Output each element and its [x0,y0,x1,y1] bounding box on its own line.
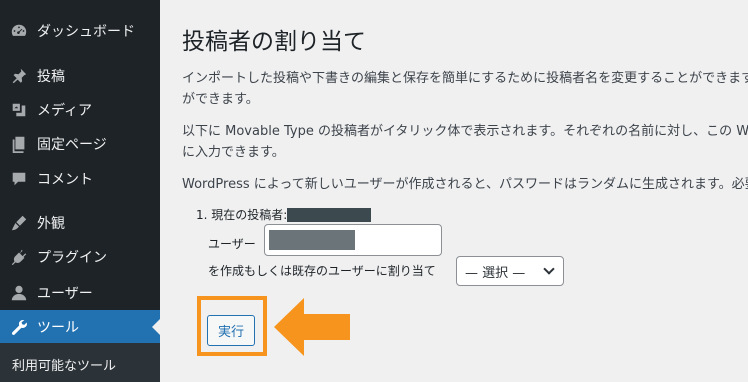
pointer-arrow-icon [274,298,350,356]
sidebar-item-posts[interactable]: 投稿 [0,59,160,93]
sidebar-item-label: 投稿 [37,69,65,85]
user-label: ユーザー [208,237,256,251]
run-button[interactable]: 実行 [207,315,255,346]
wrench-icon [9,317,29,337]
sidebar-item-label: 固定ページ [37,137,107,153]
paragraph-line: に入力できます。 [182,145,285,160]
tools-submenu: 利用可能なツール [0,343,160,382]
submenu-item-available-tools[interactable]: 利用可能なツール [12,355,116,374]
sidebar-item-pages[interactable]: 固定ページ [0,127,160,161]
comment-icon [9,169,29,189]
media-icon [9,100,29,120]
page-title: 投稿者の割り当て [182,29,366,55]
sidebar-item-label: ユーザー [37,286,93,302]
sidebar-item-label: メディア [37,103,93,119]
user-icon [9,283,29,303]
main-content: 投稿者の割り当て インポートした投稿や下書きの編集と保存を簡単にするために投稿者… [160,0,748,382]
new-user-input[interactable] [264,224,442,256]
sidebar-item-label: ダッシュボード [37,24,135,40]
current-author-label: 1. 現在の投稿者: [196,208,288,222]
existing-user-select[interactable]: — 選択 — [456,256,564,286]
current-author-row: 1. 現在の投稿者: [196,206,372,223]
sidebar-item-tools[interactable]: ツール [0,310,160,344]
sidebar-item-media[interactable]: メディア [0,93,160,127]
chevron-down-icon [543,263,555,275]
pin-icon [9,66,29,86]
sidebar-item-label: ツール [37,320,79,336]
password-paragraph: WordPress によって新しいユーザーが作成されると、パスワードはランダムに… [182,177,748,192]
sidebar-item-plugins[interactable]: プラグイン [0,240,160,274]
sidebar-item-comments[interactable]: コメント [0,162,160,196]
redacted-author-name [287,207,372,222]
sidebar-item-appearance[interactable]: 外観 [0,206,160,240]
dashboard-icon [9,21,29,41]
plugin-icon [9,247,29,267]
sidebar-item-dashboard[interactable]: ダッシュボード [0,14,160,48]
paragraph-line: ができます。 [182,92,259,107]
admin-sidebar: ダッシュボード 投稿 メディア 固定ページ コメント 外観 プラグイン ユーザー… [0,0,160,382]
select-value: — 選択 — [465,265,526,281]
movable-type-paragraph: 以下に Movable Type の投稿者がイタリック体で表示されます。それぞれ… [182,121,748,163]
create-or-assign-label: を作成もしくは既存のユーザーに割り当て [208,264,436,278]
redacted-input-value [269,230,355,250]
sidebar-item-label: コメント [37,172,93,188]
appearance-icon [9,213,29,233]
sidebar-item-users[interactable]: ユーザー [0,276,160,310]
sidebar-item-label: プラグイン [37,250,107,266]
intro-paragraph: インポートした投稿や下書きの編集と保存を簡単にするために投稿者名を変更することが… [182,68,748,110]
paragraph-line: インポートした投稿や下書きの編集と保存を簡単にするために投稿者名を変更することが… [182,71,748,86]
sidebar-item-label: 外観 [37,216,65,232]
page-icon [9,134,29,154]
paragraph-line: 以下に Movable Type の投稿者がイタリック体で表示されます。それぞれ… [182,124,748,139]
active-menu-arrow [152,319,160,335]
